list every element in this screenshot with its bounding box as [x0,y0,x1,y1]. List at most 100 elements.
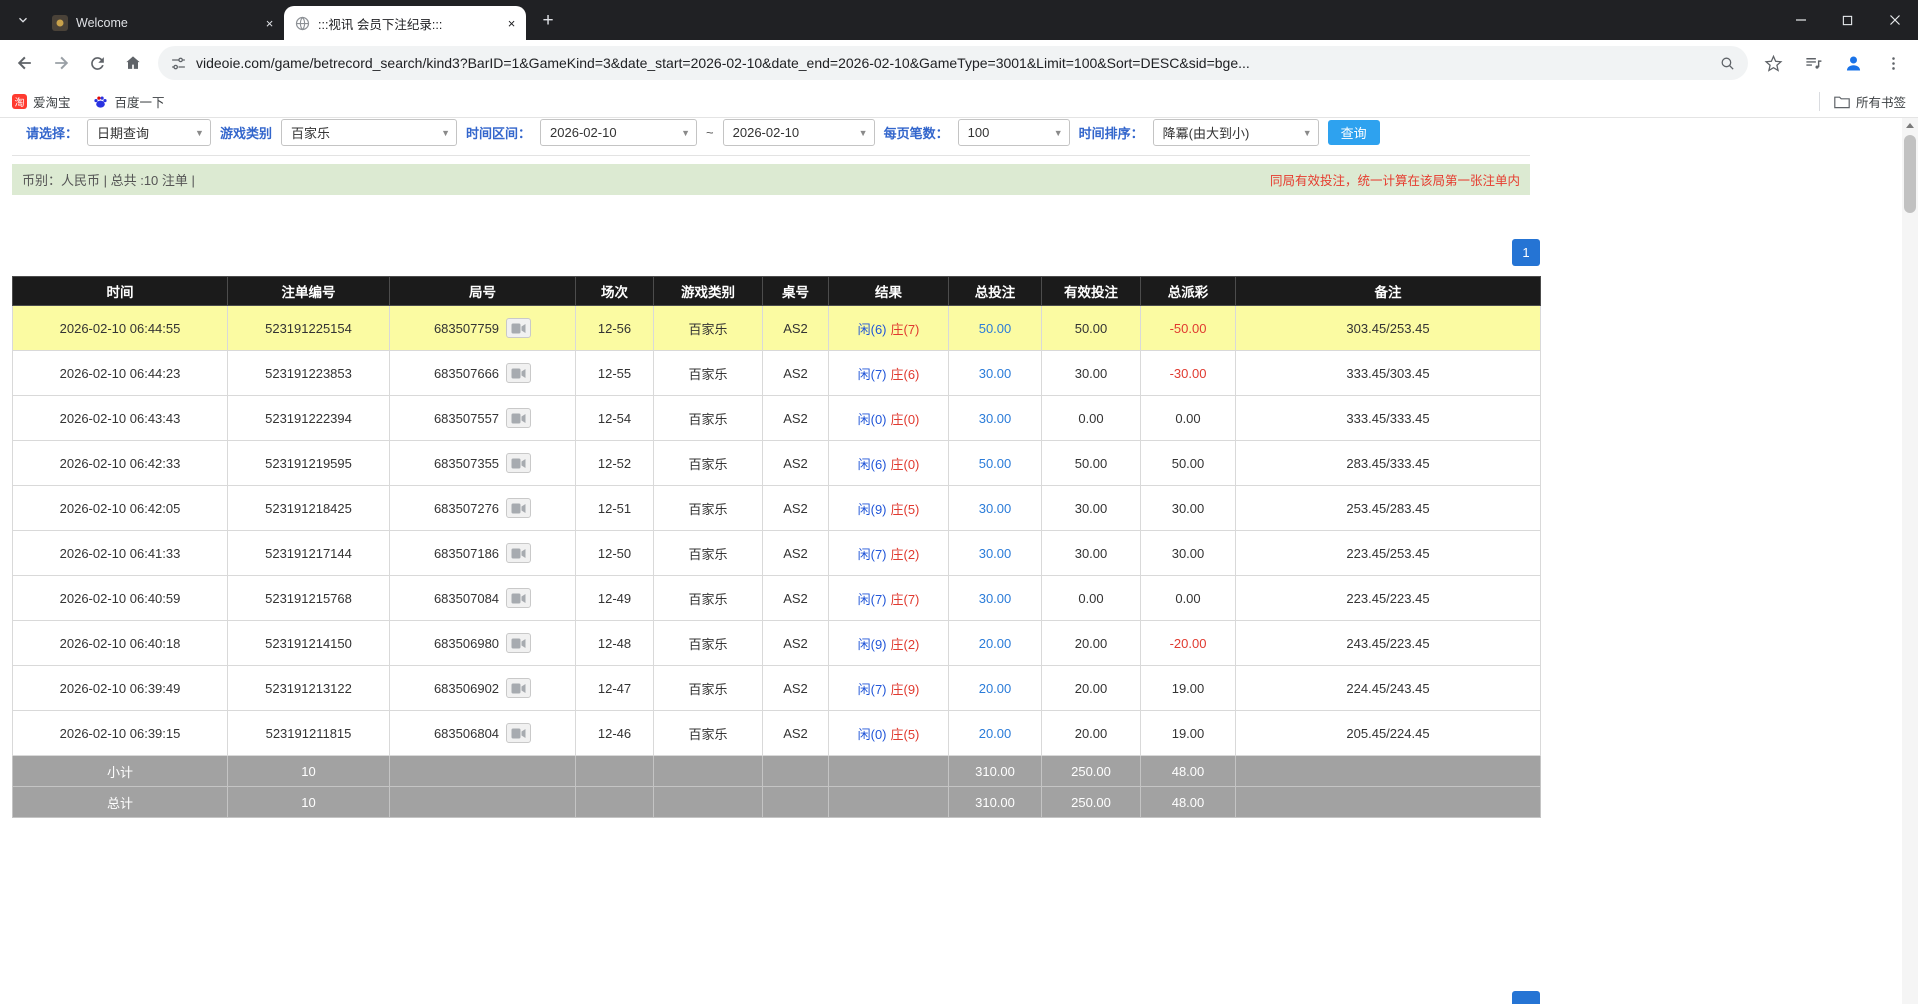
scrollbar-thumb[interactable] [1904,135,1916,213]
video-replay-icon[interactable] [506,588,531,608]
cell-result: 闲(0)庄(0) [829,396,949,441]
date-separator: ~ [706,125,714,140]
footer-cell: 250.00 [1042,756,1141,787]
media-controls-button[interactable] [1796,46,1830,80]
url-bar[interactable]: videoie.com/game/betrecord_search/kind3?… [158,46,1748,80]
tab-close-icon[interactable]: × [503,15,520,32]
cell-payout: 19.00 [1141,666,1236,711]
column-header: 局号 [390,277,576,306]
reload-button[interactable] [80,46,114,80]
all-bookmarks-button[interactable]: 所有书签 [1819,92,1906,111]
url-text: videoie.com/game/betrecord_search/kind3?… [196,55,1710,71]
cell-table-no: AS2 [763,621,829,666]
profile-button[interactable] [1836,46,1870,80]
tab-welcome[interactable]: Welcome × [42,6,284,40]
cell-note: 205.45/224.45 [1236,711,1541,756]
site-info-icon[interactable] [170,55,187,72]
cell-session: 12-49 [576,576,654,621]
tab-search-button[interactable] [10,7,36,33]
footer-cell [763,756,829,787]
footer-cell [576,756,654,787]
video-replay-icon[interactable] [506,633,531,653]
table-row: 2026-02-10 06:44:55523191225154683507759… [13,306,1541,351]
result-banker: 庄(0) [891,412,920,427]
folder-icon [1834,94,1850,110]
sort-select[interactable]: 降冪(由大到小) ▼ [1153,119,1319,146]
forward-button[interactable] [44,46,78,80]
cell-total-bet: 20.00 [949,666,1042,711]
menu-button[interactable] [1876,46,1910,80]
minimize-icon [1795,14,1807,26]
video-replay-icon[interactable] [506,678,531,698]
cell-note: 253.45/283.45 [1236,486,1541,531]
window-controls [1777,0,1918,40]
video-replay-icon[interactable] [506,543,531,563]
cell-payout: 19.00 [1141,711,1236,756]
zoom-icon[interactable] [1719,55,1736,72]
bottom-pagination-button[interactable] [1512,991,1540,1004]
welcome-favicon-icon [52,15,68,31]
browser-titlebar: Welcome × :::视讯 会员下注纪录::: × + [0,0,1918,40]
bet-table-head-row: 时间注单编号局号场次游戏类别桌号结果总投注有效投注总派彩备注 [13,277,1541,306]
video-replay-icon[interactable] [506,363,531,383]
page-1-button[interactable]: 1 [1512,239,1540,266]
cell-game: 百家乐 [654,531,763,576]
cell-round-id: 683506902 [390,666,576,711]
date-start-select[interactable]: 2026-02-10 ▼ [540,119,697,146]
column-header: 时间 [13,277,228,306]
date-end-select[interactable]: 2026-02-10 ▼ [723,119,875,146]
currency-summary-text: 币别：人民币 | 总共 :10 注单 | [22,170,195,189]
cell-time: 2026-02-10 06:43:43 [13,396,228,441]
column-header: 有效投注 [1042,277,1141,306]
page-size-select[interactable]: 100 ▼ [958,119,1070,146]
vertical-scrollbar[interactable] [1902,118,1918,1004]
result-player: 闲(6) [858,322,887,337]
column-header: 备注 [1236,277,1541,306]
video-replay-icon[interactable] [506,498,531,518]
result-player: 闲(6) [858,457,887,472]
page-content: 请选择： 日期查询 ▼ 游戏类别 百家乐 ▼ 时间区间： 2026-02-10 … [0,118,1902,1004]
search-button[interactable]: 查询 [1328,120,1380,145]
cell-session: 12-48 [576,621,654,666]
result-banker: 庄(0) [891,457,920,472]
column-header: 总派彩 [1141,277,1236,306]
bookmark-baidu[interactable]: 百度一下 [93,92,165,111]
bookmark-star-button[interactable] [1756,46,1790,80]
select-label: 请选择： [26,123,78,142]
video-replay-icon[interactable] [506,318,531,338]
column-header: 桌号 [763,277,829,306]
filter-bar: 请选择： 日期查询 ▼ 游戏类别 百家乐 ▼ 时间区间： 2026-02-10 … [12,118,1530,156]
bookmark-aitaobao[interactable]: 淘 爱淘宝 [12,92,71,111]
scroll-up-arrow-icon[interactable] [1902,118,1918,133]
tab-close-icon[interactable]: × [261,15,278,32]
minimize-button[interactable] [1777,0,1824,40]
footer-cell: 310.00 [949,756,1042,787]
table-row: 2026-02-10 06:44:23523191223853683507666… [13,351,1541,396]
result-banker: 庄(2) [891,637,920,652]
cell-total-bet: 30.00 [949,351,1042,396]
footer-cell: 小计 [13,756,228,787]
home-button[interactable] [116,46,150,80]
new-tab-button[interactable]: + [534,7,562,35]
cell-session: 12-51 [576,486,654,531]
bookmark-label: 百度一下 [115,92,165,111]
cell-valid-bet: 30.00 [1042,486,1141,531]
footer-cell: 48.00 [1141,787,1236,818]
video-replay-icon[interactable] [506,408,531,428]
cell-total-bet: 50.00 [949,441,1042,486]
cell-time: 2026-02-10 06:44:55 [13,306,228,351]
total-row: 总计10310.00250.0048.00 [13,787,1541,818]
tab-betrecord[interactable]: :::视讯 会员下注纪录::: × [284,6,526,40]
cell-round-id: 683507276 [390,486,576,531]
cell-total-bet: 50.00 [949,306,1042,351]
table-row: 2026-02-10 06:39:15523191211815683506804… [13,711,1541,756]
page-size-value: 100 [959,125,1048,140]
back-button[interactable] [8,46,42,80]
maximize-button[interactable] [1824,0,1871,40]
video-replay-icon[interactable] [506,723,531,743]
game-category-select[interactable]: 百家乐 ▼ [281,119,457,146]
query-type-select[interactable]: 日期查询 ▼ [87,119,211,146]
close-button[interactable] [1871,0,1918,40]
cell-round-id: 683507666 [390,351,576,396]
video-replay-icon[interactable] [506,453,531,473]
